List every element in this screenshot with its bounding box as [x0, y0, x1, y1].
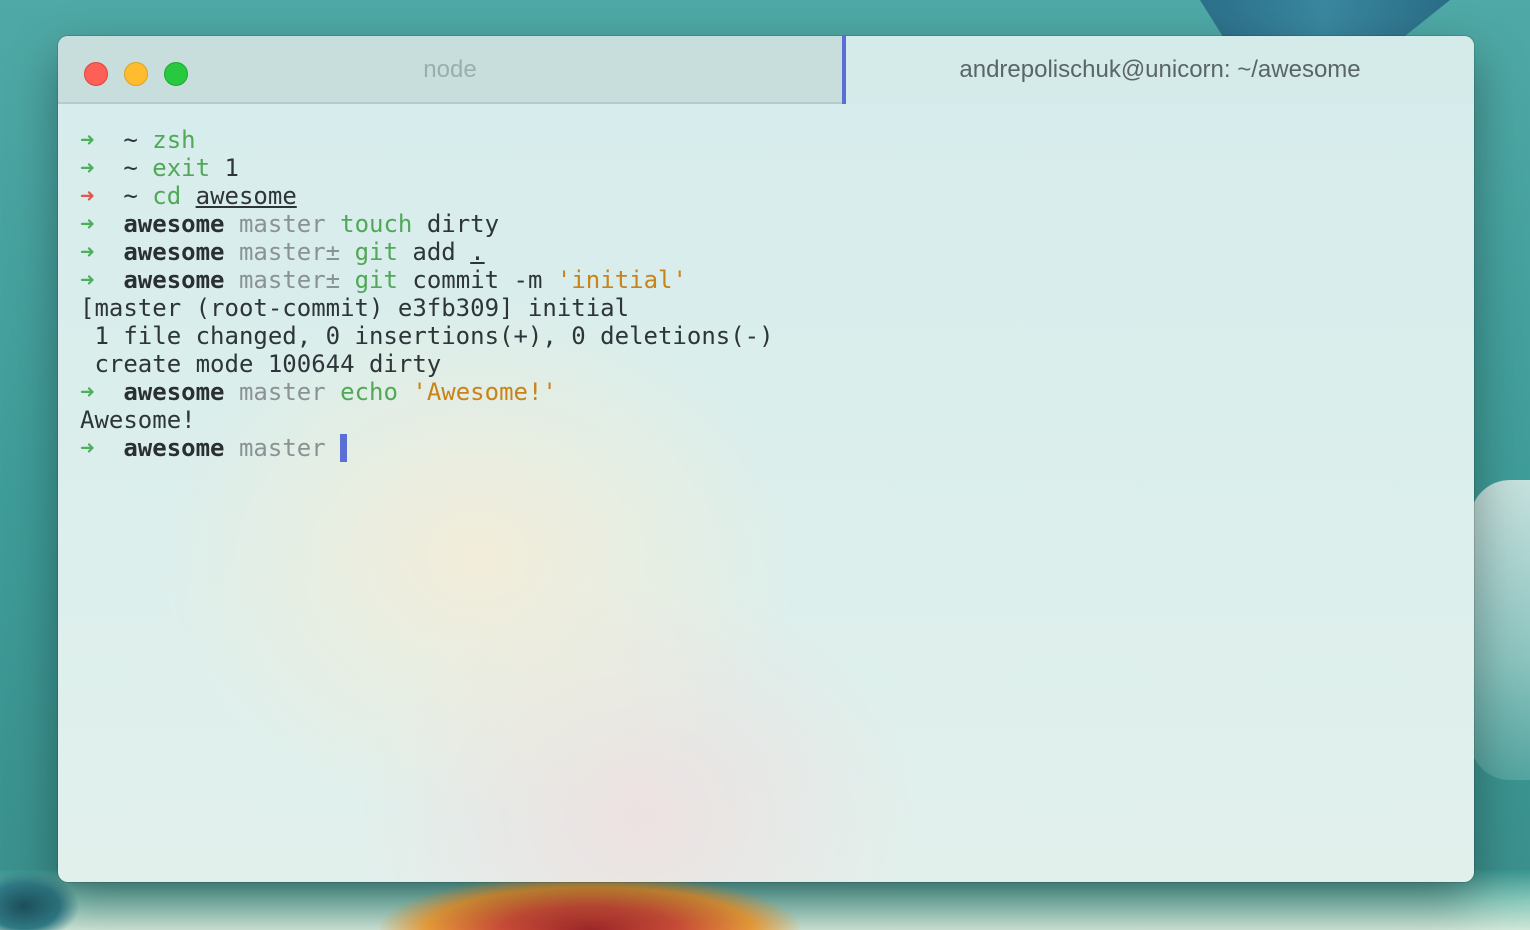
wallpaper-right-edge: [1470, 480, 1530, 780]
terminal-output-line: Awesome!: [80, 406, 196, 434]
prompt-arrow-error-icon: ➜: [80, 182, 95, 210]
wallpaper-plant: [380, 875, 800, 930]
command: git: [354, 238, 398, 266]
command-args: 1: [224, 154, 239, 182]
command: cd: [152, 182, 182, 210]
terminal-output-line: 1 file changed, 0 insertions(+), 0 delet…: [80, 322, 774, 350]
command: touch: [340, 210, 413, 238]
prompt-cwd: awesome: [123, 378, 225, 406]
tab-awesome[interactable]: andrepolischuk@unicorn: ~/awesome: [842, 36, 1474, 104]
tab-title-awesome: andrepolischuk@unicorn: ~/awesome: [959, 56, 1361, 83]
terminal-current-prompt[interactable]: ➜ awesome master: [80, 434, 1460, 462]
wallpaper-crystal: [1200, 0, 1450, 40]
command-string: 'Awesome!': [412, 378, 557, 406]
minimize-button[interactable]: [124, 62, 148, 86]
prompt-branch: master±: [238, 238, 341, 266]
tab-bar: node andrepolischuk@unicorn: ~/awesome: [58, 36, 1474, 104]
command: exit: [152, 154, 211, 182]
prompt-arrow-icon: ➜: [80, 126, 95, 154]
terminal-line: ➜ awesome master touch dirty: [80, 210, 1460, 238]
terminal-output-line: create mode 100644 dirty: [80, 350, 442, 378]
prompt-cwd: awesome: [123, 434, 225, 462]
command-path: .: [470, 238, 485, 266]
prompt-branch: master: [238, 378, 326, 406]
maximize-button[interactable]: [164, 62, 188, 86]
command-args: dirty: [426, 210, 500, 238]
prompt-arrow-icon: ➜: [80, 266, 95, 294]
terminal-line: ➜ ~ cd awesome: [80, 182, 1460, 210]
prompt-cwd: ~: [123, 154, 138, 182]
command-path: awesome: [195, 182, 297, 210]
terminal-line: ➜ ~ zsh: [80, 126, 1460, 154]
command: git: [354, 266, 398, 294]
prompt-arrow-icon: ➜: [80, 210, 95, 238]
terminal-output[interactable]: ➜ ~ zsh ➜ ~ exit 1 ➜ ~ cd awesome ➜ awes…: [80, 126, 1460, 866]
prompt-cwd: awesome: [123, 238, 225, 266]
prompt-arrow-icon: ➜: [80, 434, 95, 462]
command: echo: [340, 378, 398, 406]
command-args: commit -m: [412, 266, 543, 294]
prompt-branch: master: [238, 434, 326, 462]
command-args: add: [412, 238, 456, 266]
prompt-branch: master: [238, 210, 326, 238]
command: zsh: [152, 126, 196, 154]
prompt-arrow-icon: ➜: [80, 154, 95, 182]
prompt-cwd: ~: [123, 126, 138, 154]
terminal-line: ➜ ~ exit 1: [80, 154, 1460, 182]
terminal-line: ➜ awesome master echo 'Awesome!': [80, 378, 1460, 406]
prompt-branch: master±: [238, 266, 341, 294]
terminal-line: ➜ awesome master± git commit -m 'initial…: [80, 266, 1460, 294]
prompt-cwd: awesome: [123, 266, 225, 294]
terminal-output-line: [master (root-commit) e3fb309] initial: [80, 294, 630, 322]
prompt-cwd: awesome: [123, 210, 225, 238]
close-button[interactable]: [84, 62, 108, 86]
terminal-line: ➜ awesome master± git add .: [80, 238, 1460, 266]
prompt-arrow-icon: ➜: [80, 238, 95, 266]
prompt-arrow-icon: ➜: [80, 378, 95, 406]
terminal-cursor: [340, 434, 348, 462]
prompt-cwd: ~: [123, 182, 138, 210]
terminal-window: node andrepolischuk@unicorn: ~/awesome ➜…: [58, 36, 1474, 882]
command-string: 'initial': [556, 266, 687, 294]
